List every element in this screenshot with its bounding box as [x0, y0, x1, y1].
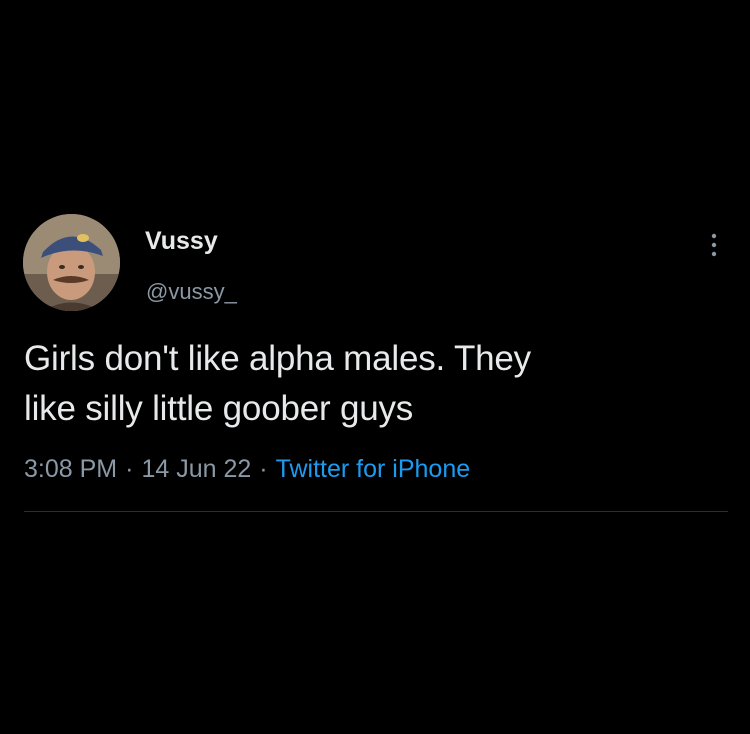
tweet: Vussy @vussy_ Girls don't like alpha mal… [0, 0, 750, 734]
more-vertical-icon [711, 233, 717, 257]
author-handle[interactable]: @vussy_ [146, 279, 237, 305]
tweet-date[interactable]: 14 Jun 22 [141, 455, 251, 483]
meta-separator: · [125, 455, 134, 483]
tweet-meta: 3:08 PM · 14 Jun 22 · Twitter for iPhone [24, 453, 470, 485]
tweet-text-line: Girls don't like alpha males. They [24, 339, 531, 378]
tweet-source-link[interactable]: Twitter for iPhone [276, 455, 471, 483]
tweet-text: Girls don't like alpha males. They like … [24, 334, 724, 434]
meta-separator: · [259, 455, 268, 483]
tweet-time[interactable]: 3:08 PM [24, 455, 117, 483]
more-options-button[interactable] [700, 228, 728, 262]
divider [24, 511, 728, 512]
avatar-photo [23, 214, 120, 311]
author-display-name[interactable]: Vussy [145, 226, 218, 256]
tweet-text-line: like silly little goober guys [24, 389, 414, 428]
avatar[interactable] [23, 214, 120, 311]
